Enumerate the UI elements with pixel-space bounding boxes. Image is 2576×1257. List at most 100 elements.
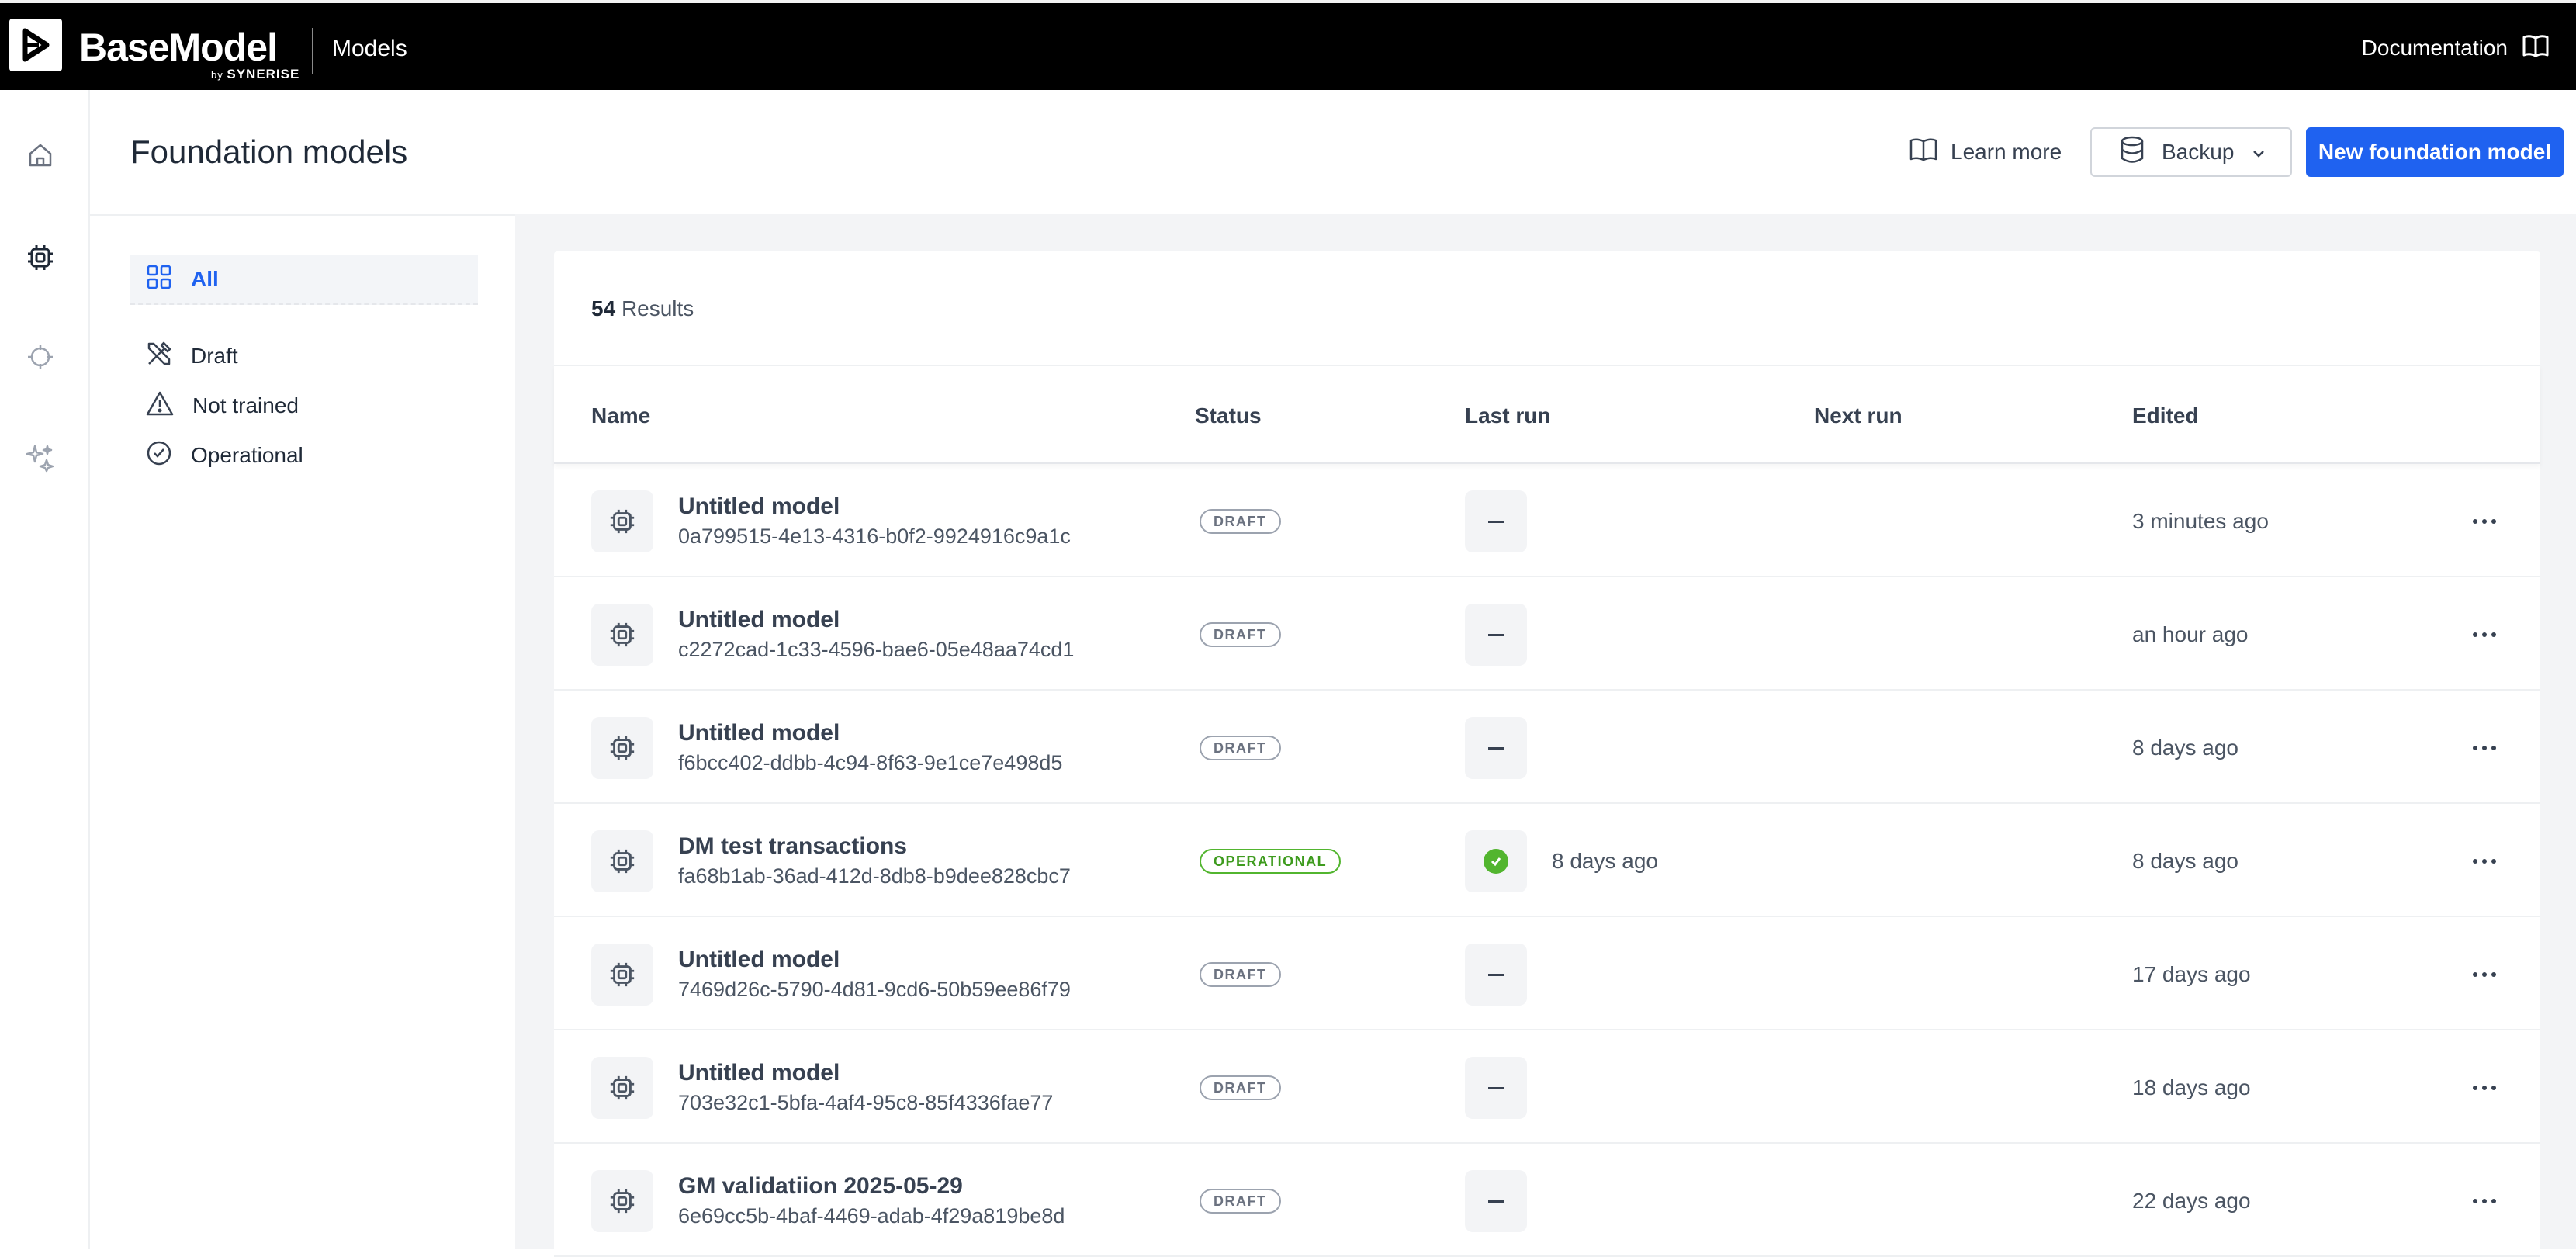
model-id: c2272cad-1c33-4596-bae6-05e48aa74cd1: [678, 638, 1075, 661]
filter-not-trained[interactable]: Not trained: [130, 381, 478, 431]
filter-all[interactable]: All: [130, 255, 478, 305]
brand-company: SYNERISE: [227, 67, 300, 81]
last-run-status: [1465, 830, 1527, 892]
sparkles-icon[interactable]: [22, 439, 59, 476]
filter-label: All: [191, 267, 219, 291]
column-next-run[interactable]: Next run: [1814, 403, 1903, 428]
documentation-link[interactable]: Documentation: [2362, 29, 2550, 67]
column-status[interactable]: Status: [1195, 403, 1262, 428]
learn-more-label: Learn more: [1951, 140, 2062, 164]
table-row[interactable]: Untitled model c2272cad-1c33-4596-bae6-05…: [554, 577, 2540, 691]
last-run-status: [1465, 717, 1527, 779]
more-options-icon[interactable]: [2461, 1072, 2508, 1103]
model-id: 703e32c1-5bfa-4af4-95c8-85f4336fae77: [678, 1091, 1054, 1114]
documentation-label: Documentation: [2361, 36, 2508, 60]
book-icon: [2522, 32, 2550, 65]
chip-icon: [591, 604, 653, 666]
model-id: f6bcc402-ddbb-4c94-8f63-9e1ce7e498d5: [678, 751, 1063, 774]
basemodel-logo-icon[interactable]: [9, 19, 62, 71]
check-icon: [1484, 849, 1508, 874]
page-header: Foundation models Learn more Backup New …: [90, 90, 2576, 214]
last-run-status: [1465, 1057, 1527, 1119]
check-circle-icon: [146, 440, 172, 472]
table-row[interactable]: DM test transactions fa68b1ab-36ad-412d-8…: [554, 804, 2540, 917]
model-name[interactable]: Untitled model: [678, 493, 840, 520]
more-options-icon[interactable]: [2461, 1186, 2508, 1217]
backup-dropdown-button[interactable]: Backup: [2090, 127, 2292, 177]
home-icon[interactable]: [22, 137, 59, 174]
status-badge: OPERATIONAL: [1200, 849, 1342, 874]
warning-icon: [146, 390, 174, 422]
table-row[interactable]: GM validatiion 2025-05-29 6e69cc5b-4baf-4…: [554, 1144, 2540, 1257]
dash-icon: [1488, 1200, 1504, 1203]
last-run-status: [1465, 604, 1527, 666]
more-options-icon[interactable]: [2461, 619, 2508, 650]
filter-draft[interactable]: Draft: [130, 331, 478, 381]
table-row[interactable]: Untitled model 7469d26c-5790-4d81-9cd6-50…: [554, 917, 2540, 1030]
table-row[interactable]: Untitled model 703e32c1-5bfa-4af4-95c8-85…: [554, 1030, 2540, 1144]
dash-icon: [1488, 973, 1504, 976]
model-name[interactable]: DM test transactions: [678, 833, 907, 860]
table-row[interactable]: Untitled model f6bcc402-ddbb-4c94-8f63-9e…: [554, 691, 2540, 804]
column-last-run[interactable]: Last run: [1465, 403, 1550, 428]
brand-byline: by SYNERISE: [211, 67, 299, 82]
model-name[interactable]: Untitled model: [678, 1060, 840, 1086]
edited-time: 8 days ago: [2132, 736, 2238, 760]
filter-label: Not trained: [192, 393, 299, 417]
chip-icon: [591, 1170, 653, 1232]
edited-time: 22 days ago: [2132, 1189, 2251, 1213]
brand-by: by: [211, 69, 223, 81]
more-options-icon[interactable]: [2461, 732, 2508, 764]
more-options-icon[interactable]: [2461, 846, 2508, 877]
table-row[interactable]: Untitled model 0a799515-4e13-4316-b0f2-99…: [554, 464, 2540, 577]
status-badge: DRAFT: [1200, 1075, 1281, 1100]
last-run-time: 8 days ago: [1552, 849, 1658, 873]
chip-icon: [591, 944, 653, 1006]
results-count: 54 Results: [591, 296, 694, 321]
edited-time: 3 minutes ago: [2132, 509, 2269, 533]
filter-label: Operational: [191, 443, 303, 467]
chip-icon: [591, 490, 653, 552]
dash-icon: [1488, 520, 1504, 523]
crosshair-icon[interactable]: [22, 338, 59, 376]
last-run-status: [1465, 944, 1527, 1006]
more-options-icon[interactable]: [2461, 959, 2508, 990]
model-name[interactable]: GM validatiion 2025-05-29: [678, 1173, 963, 1200]
chip-icon: [591, 1057, 653, 1119]
last-run-status: [1465, 490, 1527, 552]
model-name[interactable]: Untitled model: [678, 607, 840, 633]
filter-operational[interactable]: Operational: [130, 431, 478, 480]
learn-more-link[interactable]: Learn more: [1909, 133, 2062, 171]
column-name[interactable]: Name: [591, 403, 650, 428]
chip-icon: [591, 717, 653, 779]
table-header: Name Status Last run Next run Edited: [554, 365, 2540, 464]
column-edited[interactable]: Edited: [2132, 403, 2199, 428]
results-number: 54: [591, 296, 616, 320]
status-badge: DRAFT: [1200, 962, 1281, 987]
brand-name: BaseModel: [79, 26, 278, 69]
top-bar: BaseModel by SYNERISE Models Documentati…: [0, 0, 2576, 90]
models-table-card: 54 Results Name Status Last run Next run…: [554, 251, 2540, 1257]
model-name[interactable]: Untitled model: [678, 947, 840, 973]
dash-icon: [1488, 746, 1504, 750]
status-badge: DRAFT: [1200, 736, 1281, 760]
icon-rail: [0, 90, 90, 1249]
dash-icon: [1488, 633, 1504, 636]
model-id: 0a799515-4e13-4316-b0f2-9924916c9a1c: [678, 525, 1071, 548]
backup-label: Backup: [2162, 140, 2235, 164]
chevron-down-icon: [2251, 140, 2266, 164]
grid-icon: [146, 264, 172, 296]
filter-label: Draft: [191, 344, 238, 368]
book-icon: [1909, 137, 1938, 168]
new-foundation-model-button[interactable]: New foundation model: [2306, 127, 2564, 177]
page-title: Foundation models: [130, 133, 408, 170]
tools-icon: [146, 341, 172, 372]
more-options-icon[interactable]: [2461, 506, 2508, 537]
last-run-status: [1465, 1170, 1527, 1232]
chip-icon: [591, 830, 653, 892]
results-label: Results: [621, 296, 694, 320]
model-name[interactable]: Untitled model: [678, 720, 840, 746]
model-id: 7469d26c-5790-4d81-9cd6-50b59ee86f79: [678, 978, 1071, 1001]
chip-icon[interactable]: [22, 239, 59, 276]
database-icon: [2120, 136, 2145, 169]
